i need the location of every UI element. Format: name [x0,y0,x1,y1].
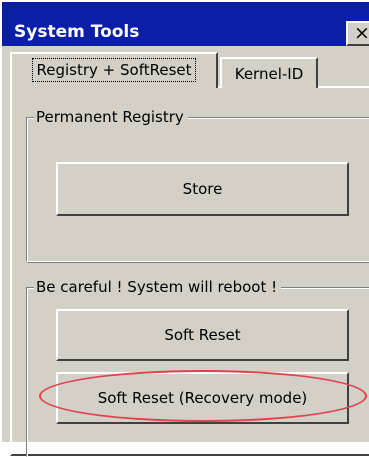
reboot-warning-label: Be careful ! System will reboot ! [34,278,282,296]
tab-label: Registry + SoftReset [32,58,196,82]
tab-registry-softreset[interactable]: Registry + SoftReset [10,52,218,88]
title-bar[interactable]: System Tools × [2,2,369,46]
highlight-ellipse [39,370,367,422]
tab-kernel-id[interactable]: Kernel-ID [220,57,318,88]
system-tools-window: System Tools × Registry + SoftReset Kern… [0,0,369,457]
soft-reset-button[interactable]: Soft Reset [56,309,349,361]
tab-label: Kernel-ID [234,65,304,83]
window-title: System Tools [14,22,140,42]
close-icon: × [354,22,369,44]
permanent-registry-label: Permanent Registry [34,108,188,126]
store-button[interactable]: Store [56,162,349,216]
close-button[interactable]: × [346,21,369,46]
